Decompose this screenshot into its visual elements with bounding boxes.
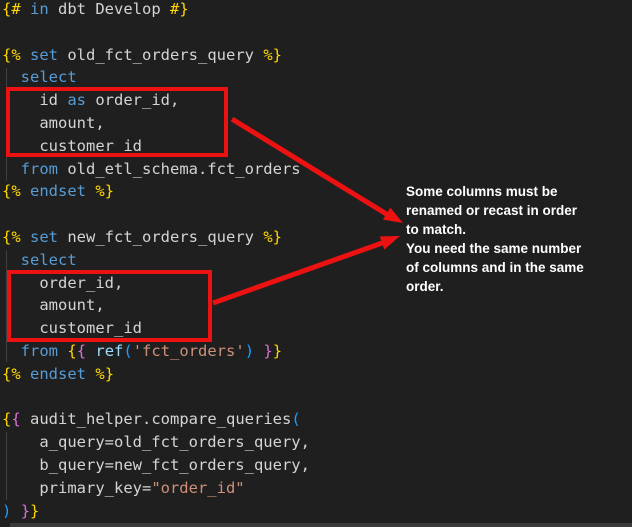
code-token: {% — [2, 182, 21, 200]
code-token: ) — [245, 342, 254, 360]
annotation-line: Some columns must be — [406, 182, 584, 201]
horizontal-scrollbar[interactable] — [10, 523, 632, 527]
code-token: } — [21, 502, 30, 520]
code-token — [21, 46, 30, 64]
code-token: { — [67, 342, 76, 360]
annotation-note: Some columns must be renamed or recast i… — [406, 182, 584, 296]
code-token: 'fct_orders' — [133, 342, 245, 360]
code-token — [86, 342, 95, 360]
code-token: #} — [170, 0, 189, 18]
code-line: {# in dbt Develop #} — [0, 0, 632, 21]
code-line: primary_key="order_id" — [0, 477, 632, 500]
code-token: old_fct_orders_query — [58, 46, 263, 64]
code-token: %} — [263, 228, 282, 246]
code-token: in — [30, 0, 49, 18]
code-token: ref — [95, 342, 123, 360]
code-token: new_fct_orders_query — [58, 228, 263, 246]
code-token: a_query=old_fct_orders_query, — [2, 433, 310, 451]
code-line: {% endset %} — [0, 363, 632, 386]
annotation-line: order. — [406, 277, 584, 296]
code-line: {{ audit_helper.compare_queries( — [0, 408, 632, 431]
code-token — [2, 160, 21, 178]
code-token — [2, 68, 21, 86]
code-token: primary_key= — [2, 479, 151, 497]
code-token: set — [30, 46, 58, 64]
code-line — [0, 386, 632, 409]
code-token: { — [77, 342, 86, 360]
code-token: endset — [30, 365, 86, 383]
code-token — [86, 365, 95, 383]
code-token: { — [2, 410, 11, 428]
code-token: "order_id" — [151, 479, 244, 497]
code-line: b_query=new_fct_orders_query, — [0, 454, 632, 477]
code-token — [11, 502, 20, 520]
code-token: old_etl_schema.fct_orders — [58, 160, 301, 178]
code-token: } — [273, 342, 282, 360]
code-token: {# — [2, 0, 21, 18]
code-token: {% — [2, 46, 21, 64]
code-token — [21, 365, 30, 383]
code-token — [86, 182, 95, 200]
code-token: %} — [263, 46, 282, 64]
indent-guide — [6, 432, 7, 500]
annotation-line: renamed or recast in order — [406, 201, 584, 220]
code-token: %} — [95, 365, 114, 383]
code-token — [254, 342, 263, 360]
code-token — [2, 251, 21, 269]
code-token — [21, 182, 30, 200]
code-token: b_query=new_fct_orders_query, — [2, 456, 310, 474]
code-token — [58, 342, 67, 360]
code-line: from {{ ref('fct_orders') }} — [0, 340, 632, 363]
code-line: from old_etl_schema.fct_orders — [0, 158, 632, 181]
code-token — [2, 342, 21, 360]
code-token: from — [21, 342, 58, 360]
code-token: {% — [2, 228, 21, 246]
annotation-line: You need the same number — [406, 239, 584, 258]
highlight-box-new-columns — [7, 270, 212, 342]
code-token: from — [21, 160, 58, 178]
code-token: set — [30, 228, 58, 246]
code-line: ) }} — [0, 500, 632, 523]
code-token: audit_helper.compare_queries — [21, 410, 292, 428]
code-line: {% set old_fct_orders_query %} — [0, 44, 632, 67]
code-token: { — [11, 410, 20, 428]
code-token: dbt Develop — [49, 0, 170, 18]
code-token: } — [30, 502, 39, 520]
code-token: ( — [123, 342, 132, 360]
highlight-box-old-columns — [6, 87, 228, 157]
code-line: a_query=old_fct_orders_query, — [0, 431, 632, 454]
annotation-line: to match. — [406, 220, 584, 239]
code-token: endset — [30, 182, 86, 200]
code-token: ) — [2, 502, 11, 520]
code-token — [21, 0, 30, 18]
code-token: } — [263, 342, 272, 360]
code-line — [0, 21, 632, 44]
annotation-line: of columns and in the same — [406, 258, 584, 277]
code-token: select — [21, 68, 77, 86]
code-token: %} — [95, 182, 114, 200]
code-line: select — [0, 66, 632, 89]
code-token: select — [21, 251, 77, 269]
code-token — [21, 228, 30, 246]
code-token: ( — [291, 410, 300, 428]
code-token: {% — [2, 365, 21, 383]
